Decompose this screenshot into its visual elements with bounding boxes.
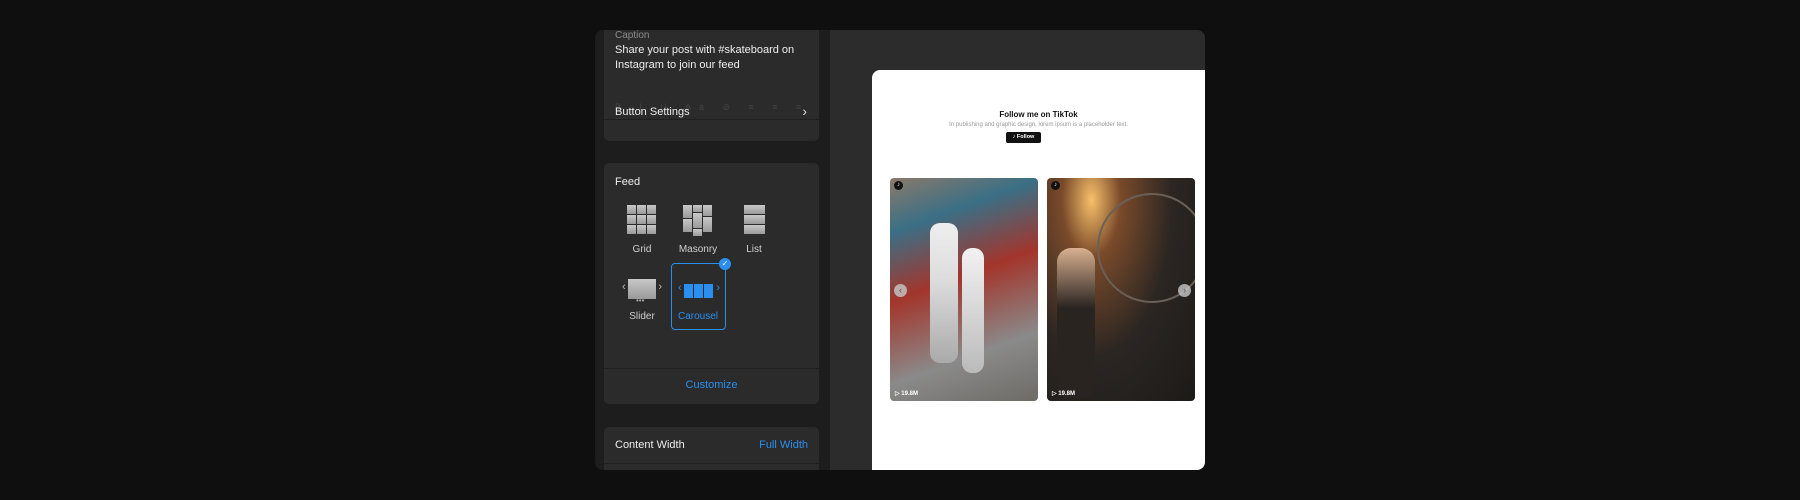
list-icon: [744, 205, 765, 235]
grid-icon: [627, 205, 657, 235]
button-settings-label: Button Settings: [615, 106, 690, 118]
follow-label: Follow: [1016, 134, 1035, 140]
carousel-icon: ‹ ›: [678, 282, 720, 302]
content-width-value[interactable]: Full Width: [759, 439, 808, 451]
slider-icon: ‹ › •••: [622, 279, 662, 305]
widget-preview: Follow me on TikTok In publishing and gr…: [872, 70, 1205, 470]
preview-subtitle: In publishing and graphic design, lorem …: [949, 122, 1128, 128]
tiktok-icon: ♪: [894, 181, 903, 190]
carousel-next-button[interactable]: ›: [1178, 284, 1191, 297]
carousel-prev-button[interactable]: ‹: [894, 284, 907, 297]
tiktok-icon: ♪: [1051, 181, 1060, 190]
preview-area: Follow me on TikTok In publishing and gr…: [830, 30, 1205, 470]
follow-button[interactable]: ♪ Follow: [1006, 132, 1041, 143]
chevron-right-icon: ›: [802, 103, 807, 119]
layout-label: List: [746, 244, 762, 255]
view-count: ▷ 19.8M: [895, 391, 918, 397]
preview-title: Follow me on TikTok: [999, 110, 1078, 119]
view-count: ▷ 19.8M: [1052, 391, 1075, 397]
layout-label: Carousel: [677, 311, 719, 322]
feed-title: Feed: [615, 176, 641, 188]
masonry-icon: [683, 205, 713, 236]
caption-input[interactable]: Share your post with #skateboard on Inst…: [615, 43, 805, 73]
layout-label: Grid: [632, 244, 652, 255]
check-icon: ✓: [719, 258, 731, 270]
editor-window: Caption Share your post with #skateboard…: [595, 30, 1205, 470]
content-width-row[interactable]: Content Width Full Width: [604, 427, 819, 470]
content-width-label: Content Width: [615, 439, 685, 451]
layout-carousel[interactable]: ✓ ‹ › Carousel: [671, 258, 731, 330]
settings-sidebar: Caption Share your post with #skateboard…: [595, 30, 830, 470]
customize-button[interactable]: Customize: [604, 379, 819, 391]
button-settings-row[interactable]: Button Settings ›: [604, 96, 819, 141]
feed-card: Feed Grid Masonry List ‹ › ••• Slider ✓: [604, 163, 819, 404]
layout-label: Masonry: [678, 244, 718, 255]
post-card[interactable]: ♪ › ▷ 19.8M: [1047, 178, 1195, 401]
post-card[interactable]: ♪ ‹ ▷ 19.8M: [890, 178, 1038, 401]
layout-label: Slider: [629, 311, 655, 322]
post-image: [930, 223, 958, 363]
caption-label: Caption: [615, 30, 650, 41]
